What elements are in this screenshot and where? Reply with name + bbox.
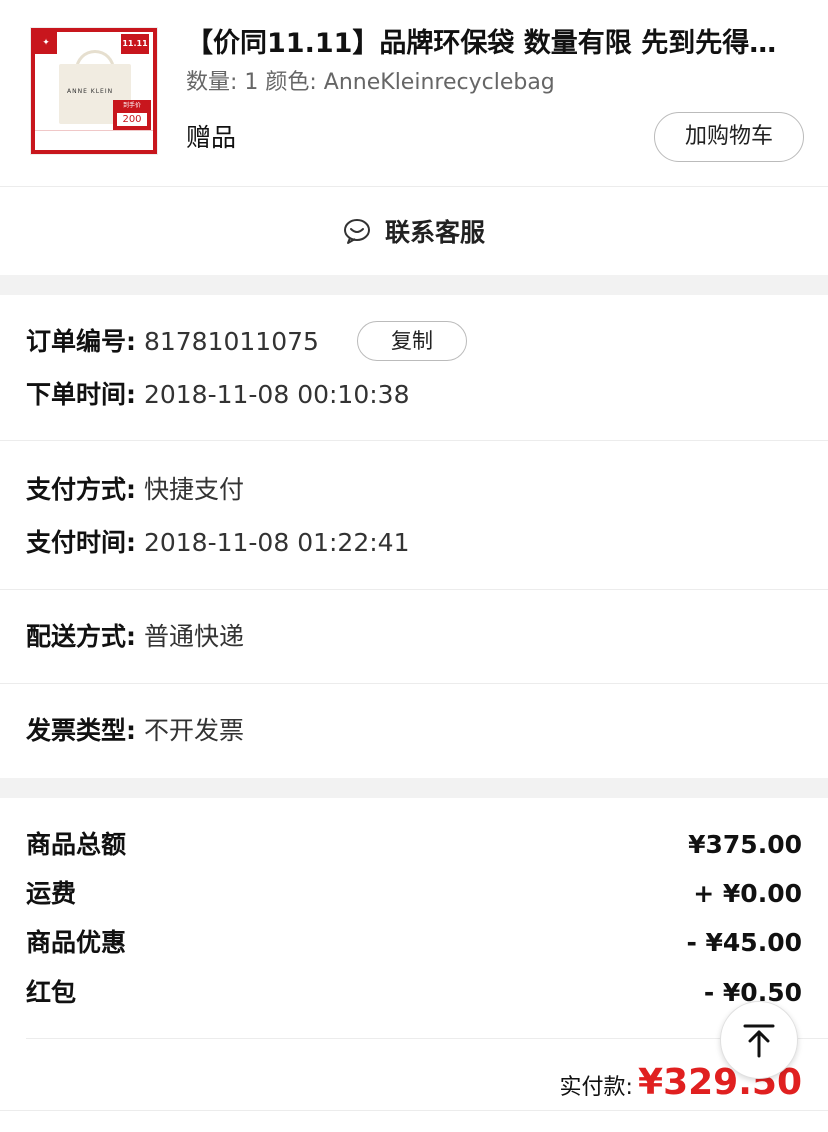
order-number-row: 订单编号: 81781011075 <box>26 324 319 360</box>
product-title[interactable]: 【价同11.11】品牌环保袋 数量有限 先到先得… <box>186 22 806 66</box>
thumb-price-caption: 到手价 <box>122 102 141 109</box>
discount-value: - ¥45.00 <box>686 928 802 957</box>
order-time-value: 2018-11-08 00:10:38 <box>143 380 410 409</box>
payment-time-row: 支付时间: 2018-11-08 01:22:41 <box>26 525 409 561</box>
thumb-price-tag: 到手价 200 <box>113 100 151 132</box>
product-spec: 数量: 1 颜色: AnneKleinrecyclebag <box>186 70 555 95</box>
shipping-label: 运费 <box>26 879 77 908</box>
divider <box>0 589 828 590</box>
order-number-value: 81781011075 <box>143 327 319 356</box>
subtotal-label: 商品总额 <box>26 830 127 859</box>
payment-time-label: 支付时间: <box>26 528 136 557</box>
section-gap <box>0 778 828 798</box>
divider <box>26 1038 828 1039</box>
invoice-value: 不开发票 <box>143 716 244 745</box>
bag-brand-text: ANNE KLEIN <box>67 88 114 95</box>
payment-method-value: 快捷支付 <box>143 475 244 504</box>
divider <box>0 440 828 441</box>
order-number-label: 订单编号: <box>26 327 136 356</box>
payment-time-value: 2018-11-08 01:22:41 <box>143 528 410 557</box>
product-card[interactable]: ✦ 11.11 ANNE KLEIN 到手价 200 【价同11.11】品牌环保… <box>0 0 828 186</box>
product-thumbnail[interactable]: ✦ 11.11 ANNE KLEIN 到手价 200 <box>30 27 158 155</box>
back-to-top-button[interactable] <box>720 1001 798 1079</box>
contact-service-button[interactable]: 联系客服 <box>385 213 485 249</box>
divider <box>0 683 828 684</box>
shipping-value: + ¥0.00 <box>693 879 802 908</box>
copy-button[interactable]: 复制 <box>357 321 467 361</box>
delivery-label: 配送方式: <box>26 622 136 651</box>
payment-method-label: 支付方式: <box>26 475 136 504</box>
event-logo: 11.11 <box>121 34 149 54</box>
payment-method-row: 支付方式: 快捷支付 <box>26 472 244 508</box>
discount-label: 商品优惠 <box>26 928 127 957</box>
thumb-price: 200 <box>117 113 147 126</box>
contact-service-bar[interactable]: 联系客服 <box>0 187 828 275</box>
arrow-up-icon <box>743 1024 775 1058</box>
red-packet-label: 红包 <box>26 978 77 1007</box>
order-time-label: 下单时间: <box>26 380 136 409</box>
divider <box>0 1110 828 1111</box>
paid-label: 实付款: <box>559 1075 633 1100</box>
add-to-cart-button[interactable]: 加购物车 <box>654 112 804 162</box>
subtotal-value: ¥375.00 <box>688 830 802 859</box>
thumb-bottom-strip <box>35 130 153 150</box>
invoice-label: 发票类型: <box>26 716 136 745</box>
delivery-value: 普通快递 <box>143 622 244 651</box>
brand-logo-icon: ✦ <box>35 32 57 54</box>
order-time-row: 下单时间: 2018-11-08 00:10:38 <box>26 377 409 413</box>
invoice-row: 发票类型: 不开发票 <box>26 713 244 749</box>
section-gap <box>0 275 828 295</box>
delivery-row: 配送方式: 普通快递 <box>26 619 244 655</box>
chat-bubble-smile-icon <box>343 219 370 244</box>
gift-label: 赠品 <box>186 123 237 152</box>
